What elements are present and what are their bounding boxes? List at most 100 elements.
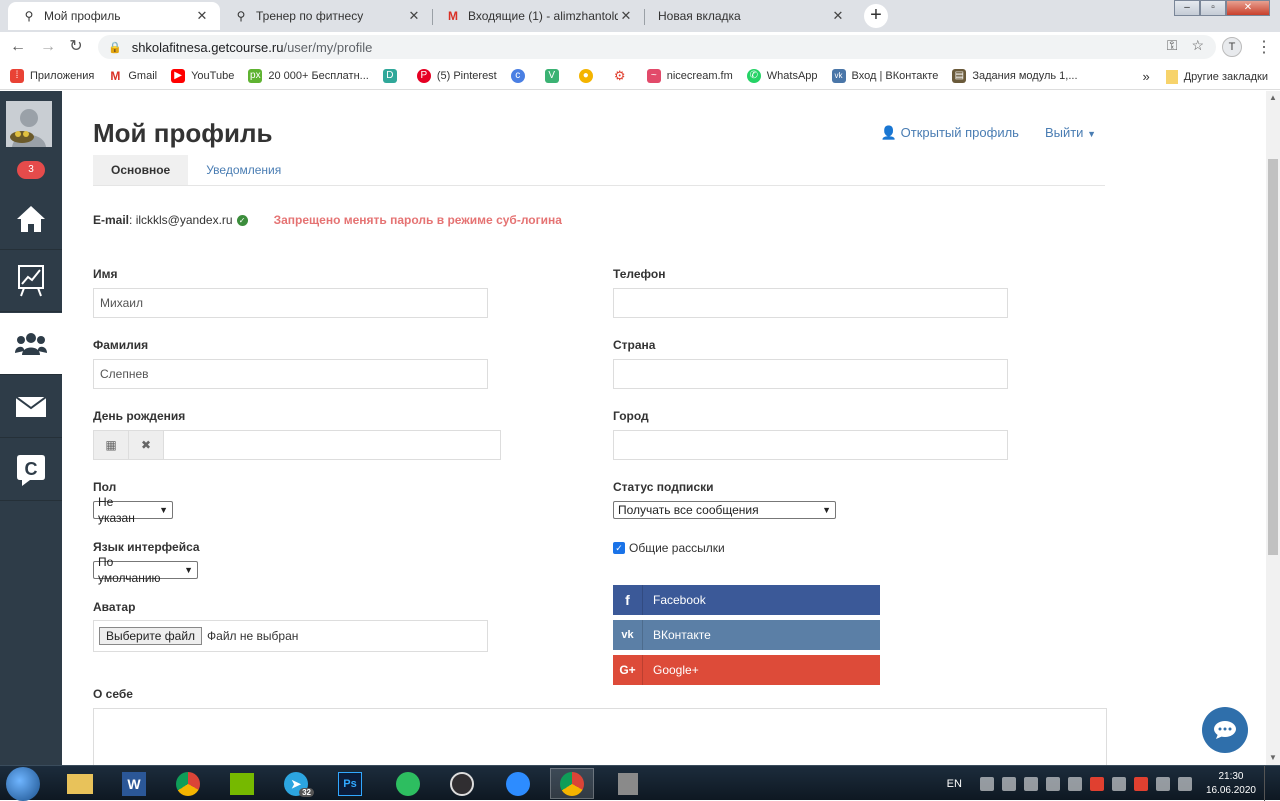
photoshop-icon[interactable]: Ps — [328, 768, 372, 799]
tray-icon[interactable] — [1089, 776, 1104, 791]
country-input[interactable] — [613, 359, 1008, 389]
first-name-input[interactable]: Михаил — [93, 288, 488, 318]
scroll-up-icon[interactable]: ▲ — [1266, 91, 1280, 105]
obs-icon[interactable] — [440, 768, 484, 799]
menu-icon[interactable]: ⋮ — [1256, 37, 1272, 57]
forward-icon[interactable]: → — [38, 37, 58, 57]
tab-notifications[interactable]: Уведомления — [188, 155, 299, 185]
reload-icon[interactable]: ↻ — [66, 37, 86, 57]
cloud-icon[interactable] — [1023, 776, 1038, 791]
browser-tab[interactable]: M Входящие (1) - alimzhantolqyna ✕ — [432, 2, 644, 30]
chat-widget-button[interactable] — [1202, 707, 1248, 753]
newsletter-checkbox[interactable]: ✓ — [613, 542, 625, 554]
facebook-button[interactable]: f Facebook — [613, 585, 880, 615]
close-icon[interactable]: ✕ — [830, 8, 846, 24]
close-icon[interactable]: ✕ — [194, 8, 210, 24]
url-input[interactable]: 🔒 shkolafitnesa.getcourse.ru/user/my/pro… — [98, 35, 1216, 59]
maximize-icon[interactable]: ▫ — [1200, 0, 1226, 16]
language-indicator[interactable]: EN — [947, 778, 962, 790]
bookmark-gear[interactable]: ⚙ — [613, 68, 633, 83]
minimize-icon[interactable]: – — [1174, 0, 1200, 16]
more-bookmarks-icon[interactable]: » — [1142, 69, 1149, 84]
flag-icon[interactable] — [1155, 776, 1170, 791]
sidebar-item-home[interactable] — [0, 188, 62, 250]
explorer-icon[interactable] — [58, 768, 102, 799]
clear-icon[interactable]: ✖ — [129, 431, 164, 459]
zoom-icon[interactable] — [496, 768, 540, 799]
birthday-input[interactable] — [164, 431, 500, 459]
user-avatar[interactable] — [6, 101, 52, 147]
nvidia-icon[interactable] — [220, 768, 264, 799]
bookmark-tasks[interactable]: ▤ Задания модуль 1,... — [952, 68, 1078, 83]
window-close-icon[interactable]: ✕ — [1226, 0, 1270, 16]
new-tab-button[interactable]: + — [864, 4, 888, 28]
notification-badge[interactable]: 3 — [17, 161, 45, 179]
browser-tab[interactable]: ⚲ Тренер по фитнесу ✕ — [220, 2, 432, 30]
star-icon[interactable]: ☆ — [1191, 37, 1204, 54]
word-icon[interactable]: W — [112, 768, 156, 799]
gender-select[interactable]: Не указан ▼ — [93, 495, 173, 525]
browser-tab-active[interactable]: ⚲ Мой профиль ✕ — [8, 2, 220, 30]
subscription-select[interactable]: Получать все сообщения ▼ — [613, 501, 836, 519]
sidebar-item-stats[interactable] — [0, 250, 62, 312]
language-select[interactable]: По умолчанию ▼ — [93, 555, 198, 585]
google-plus-button[interactable]: G+ Google+ — [613, 655, 880, 685]
bookmark-whatsapp[interactable]: ✆ WhatsApp — [746, 68, 818, 83]
bookmark-label: Вход | ВКонтакте — [851, 69, 939, 82]
avatar-label: Аватар — [93, 600, 136, 614]
bookmark-vk[interactable]: vk Вход | ВКонтакте — [831, 68, 939, 83]
bookmark-label: YouTube — [191, 69, 235, 82]
sidebar-item-getcourse[interactable]: C — [0, 439, 62, 501]
vkontakte-label: ВКонтакте — [653, 628, 711, 642]
telegram-icon[interactable]: ➤ 32 — [274, 768, 318, 799]
clock[interactable]: 21:30 16.06.2020 — [1206, 770, 1256, 798]
close-icon[interactable]: ✕ — [618, 8, 634, 24]
tray-icon[interactable] — [1111, 776, 1126, 791]
tray-icon[interactable] — [1133, 776, 1148, 791]
tray-icon[interactable] — [1067, 776, 1082, 791]
scrollbar-thumb[interactable] — [1268, 159, 1278, 555]
chrome-icon[interactable] — [166, 768, 210, 799]
city-input[interactable] — [613, 430, 1008, 460]
evernote-icon[interactable] — [386, 768, 430, 799]
calendar-icon[interactable]: ▦ — [94, 431, 129, 459]
profile-avatar[interactable]: T — [1222, 37, 1242, 57]
bookmark-d[interactable]: D — [382, 68, 403, 83]
bookmark-c[interactable]: c — [510, 68, 531, 83]
sidebar-item-messages[interactable] — [0, 376, 62, 438]
gender-value: Не указан — [98, 495, 135, 525]
open-profile-link[interactable]: 👤 Открытый профиль — [881, 125, 1019, 141]
vertical-scrollbar[interactable]: ▲ ▼ — [1266, 91, 1280, 765]
vkontakte-button[interactable]: vk ВКонтакте — [613, 620, 880, 650]
pinterest-icon: P — [416, 68, 431, 83]
last-name-input[interactable]: Слепнев — [93, 359, 488, 389]
bookmark-nicecream[interactable]: ~ nicecream.fm — [646, 68, 733, 83]
close-icon[interactable]: ✕ — [406, 8, 422, 24]
sidebar-item-users[interactable] — [0, 313, 62, 375]
bookmark-pinterest[interactable]: P (5) Pinterest — [416, 68, 497, 83]
bookmark-v[interactable]: V — [544, 68, 565, 83]
bookmark-gmail[interactable]: M Gmail — [108, 69, 157, 83]
wot-icon[interactable] — [606, 768, 650, 799]
tray-icon[interactable] — [979, 776, 994, 791]
scroll-down-icon[interactable]: ▼ — [1266, 751, 1280, 765]
tray-icon[interactable] — [1001, 776, 1016, 791]
bookmark-chrome[interactable]: ● — [578, 68, 599, 83]
volume-icon[interactable] — [1177, 776, 1192, 791]
start-button[interactable] — [6, 767, 40, 801]
logout-dropdown[interactable]: Выйти ▼ — [1045, 125, 1096, 141]
browser-tab[interactable]: Новая вкладка ✕ — [644, 2, 856, 30]
chrome-active-icon[interactable] — [550, 768, 594, 799]
key-icon[interactable]: ⚿ — [1167, 37, 1178, 54]
bookmark-apps[interactable]: ⁞ Приложения — [10, 68, 94, 83]
choose-file-button[interactable]: Выберите файл — [99, 627, 203, 645]
other-bookmarks[interactable]: Другие закладки — [1184, 71, 1268, 83]
url-path: /user/my/profile — [283, 39, 373, 55]
bookmark-youtube[interactable]: ▶ YouTube — [171, 68, 235, 83]
tray-icon[interactable] — [1045, 776, 1060, 791]
tab-main[interactable]: Основное — [93, 155, 189, 185]
bookmark-px[interactable]: px 20 000+ Бесплатн... — [248, 68, 369, 83]
phone-input[interactable] — [613, 288, 1008, 318]
back-icon[interactable]: ← — [8, 37, 28, 57]
show-desktop-button[interactable] — [1264, 766, 1274, 801]
